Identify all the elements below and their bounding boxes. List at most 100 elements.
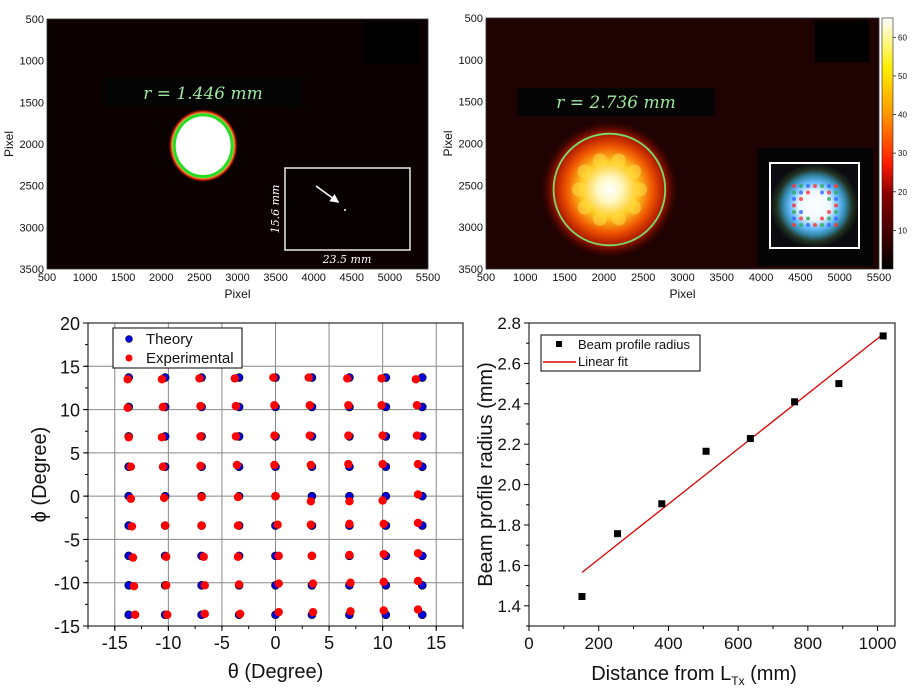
x-tick-label: 1000 bbox=[513, 272, 537, 284]
x-axis-label: θ (Degree) bbox=[228, 661, 324, 683]
inset-beam-dot bbox=[827, 184, 831, 188]
inset-beam-dot bbox=[344, 209, 346, 211]
experimental-point bbox=[270, 401, 279, 410]
y-tick-label: 15 bbox=[60, 357, 80, 377]
radius-annotation: r = 2.736 mm bbox=[556, 93, 676, 113]
y-tick-label: 3000 bbox=[459, 222, 483, 234]
y-tick-label: 3000 bbox=[20, 222, 44, 234]
experimental-point bbox=[378, 459, 387, 469]
experimental-point bbox=[162, 552, 171, 561]
inset-beam-dot bbox=[806, 184, 810, 188]
experimental-point bbox=[306, 460, 316, 470]
x-tick-label: 2000 bbox=[149, 272, 173, 284]
y-tick-label: -15 bbox=[54, 617, 80, 637]
experimental-point bbox=[378, 496, 387, 505]
legend-theory-label: Theory bbox=[146, 331, 193, 348]
legend-theory-marker bbox=[125, 335, 133, 343]
speckle-lobe bbox=[633, 182, 648, 197]
experimental-point bbox=[233, 521, 243, 530]
experimental-point bbox=[308, 607, 318, 617]
y-tick-label: 0 bbox=[70, 487, 80, 507]
data-point bbox=[702, 447, 710, 455]
y-tick-label: 2.6 bbox=[497, 354, 521, 373]
inset-beam-dot bbox=[827, 210, 831, 214]
experimental-point bbox=[197, 492, 206, 502]
dark-patch bbox=[364, 21, 418, 63]
y-tick-label: 1.6 bbox=[497, 556, 521, 575]
experimental-point bbox=[128, 553, 138, 562]
legend-data-label: Beam profile radius bbox=[578, 337, 690, 352]
experimental-point bbox=[271, 491, 280, 501]
y-tick-label: 2000 bbox=[20, 139, 44, 151]
x-tick-label: 0 bbox=[270, 633, 280, 653]
inset-height-label: 15.6 mm bbox=[269, 185, 282, 234]
y-tick-label: 1500 bbox=[459, 97, 483, 109]
inset-beam-dot bbox=[834, 203, 838, 208]
colorbar-tick-label: 40 bbox=[898, 111, 907, 120]
x-tick-label: 5000 bbox=[378, 272, 402, 284]
y-tick-label: 3500 bbox=[20, 264, 44, 276]
x-tick-label: -5 bbox=[214, 633, 230, 653]
experimental-point bbox=[345, 519, 354, 529]
experimental-point bbox=[346, 578, 355, 587]
speckle-lobe bbox=[592, 211, 607, 226]
inset-beam-dot bbox=[799, 216, 803, 221]
experimental-point bbox=[158, 462, 168, 471]
experimental-point bbox=[232, 460, 242, 470]
beam-image-panel-left: r = 1.446 mm 23.5 mm 15.6 mm 500 1000 1500 200… bbox=[2, 14, 440, 301]
inset-beam-dot bbox=[827, 223, 831, 227]
experimental-point bbox=[196, 461, 205, 471]
experimental-point bbox=[197, 521, 206, 530]
experimental-point bbox=[126, 462, 136, 471]
y-tick-label: 3500 bbox=[459, 264, 483, 276]
x-tick-label: 1000 bbox=[859, 634, 897, 653]
x-tick-label: 2500 bbox=[187, 272, 211, 284]
data-point bbox=[746, 435, 754, 443]
x-tick-label: 0 bbox=[524, 634, 533, 653]
experimental-point bbox=[377, 401, 386, 410]
inset-beam-dot bbox=[792, 210, 796, 214]
figure: r = 1.446 mm23.5 mm15.6 mm500 1000 1500 200… bbox=[2, 13, 907, 688]
experimental-point bbox=[127, 522, 137, 531]
x-tick-label: 800 bbox=[794, 634, 822, 653]
x-tick-label: 15 bbox=[426, 633, 446, 653]
experimental-point bbox=[413, 605, 423, 614]
experimental-point bbox=[233, 552, 243, 561]
experimental-point bbox=[344, 459, 353, 469]
inset-beam-dot bbox=[834, 216, 838, 221]
experimental-point bbox=[379, 549, 388, 559]
y-tick-label: 2.8 bbox=[497, 314, 521, 333]
experimental-point bbox=[157, 433, 167, 442]
speckle-lobe bbox=[592, 153, 607, 168]
inset-beam-dot bbox=[806, 216, 810, 221]
experimental-point bbox=[413, 576, 423, 586]
experimental-point bbox=[233, 492, 243, 502]
data-point bbox=[835, 380, 843, 388]
x-tick-label: 4000 bbox=[301, 272, 325, 284]
x-tick-label: 2000 bbox=[592, 272, 616, 284]
experimental-point bbox=[411, 375, 421, 384]
inset-beam-dot bbox=[834, 190, 838, 195]
y-tick-label: 1500 bbox=[20, 97, 44, 109]
speckle-lobe bbox=[627, 200, 642, 215]
x-tick-label: 3000 bbox=[225, 272, 249, 284]
x-tick-label: 2500 bbox=[631, 272, 655, 284]
experimental-point bbox=[231, 401, 241, 411]
experimental-point bbox=[413, 490, 423, 499]
speckle-lobe bbox=[611, 153, 626, 168]
experimental-point bbox=[270, 460, 279, 470]
colorbar-tick-label: 30 bbox=[898, 149, 907, 158]
experimental-point bbox=[379, 519, 388, 529]
x-tick-label: 5000 bbox=[827, 272, 851, 284]
experimental-point bbox=[196, 432, 205, 441]
experimental-point bbox=[379, 606, 388, 615]
legend-experimental-label: Experimental bbox=[146, 350, 234, 367]
legend-marker-square bbox=[556, 341, 562, 347]
data-point bbox=[614, 530, 622, 538]
experimental-point bbox=[274, 551, 283, 561]
experimental-point bbox=[307, 551, 317, 561]
inset-beam-dot bbox=[799, 190, 803, 195]
experimental-point bbox=[235, 609, 245, 619]
data-point bbox=[578, 593, 586, 601]
experimental-point bbox=[234, 580, 244, 589]
